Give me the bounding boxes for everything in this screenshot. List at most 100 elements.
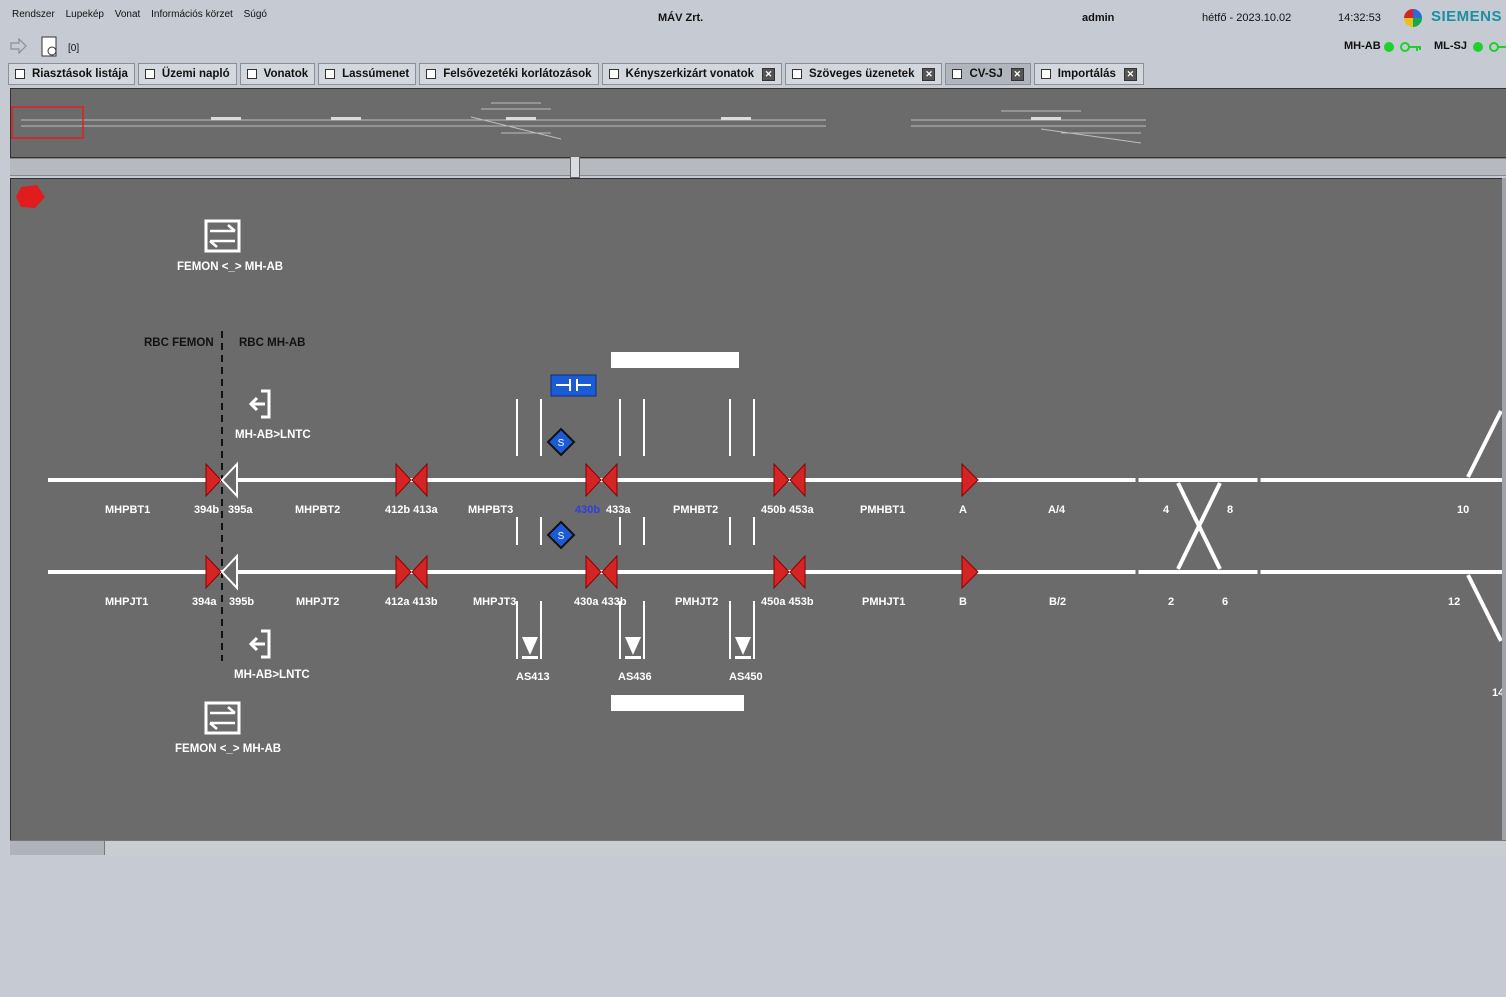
tab-vonatok[interactable]: Vonatok [239,63,316,85]
switch-label: 8 [1227,504,1233,516]
switch-label: 12 [1448,596,1460,608]
tab-szoveges-uzenetek[interactable]: Szöveges üzenetek ✕ [785,63,943,85]
slider-handle[interactable] [570,156,580,178]
document-refresh-icon[interactable] [41,36,59,58]
track-diagram[interactable]: S S FEMON <_> MH-AB FEMON <_> MH-AB MH-A… [10,178,1506,842]
platform-top [611,352,739,368]
tab-label: Üzemi napló [161,68,230,80]
tab-label: Lassúmenet [342,68,410,80]
signal-label-highlighted: 430b [575,504,600,516]
balise-icon[interactable]: S [546,427,576,457]
signal-label: 450b 453a [761,504,814,516]
tab-riasztasok[interactable]: Riasztások listája [8,63,135,85]
checkbox-icon[interactable] [952,69,963,79]
lntc-exit-icon[interactable] [248,389,271,419]
checkbox-icon[interactable] [608,69,619,79]
signal-label: 412b 413a [385,504,438,516]
axle-counter-label: AS450 [729,671,763,683]
checkbox-icon[interactable] [426,69,437,79]
signal-label: 395a [228,504,253,516]
femon-transfer-icon[interactable] [204,219,241,253]
track-label: MHPBT3 [468,504,513,516]
track-label: PMHJT1 [862,596,905,608]
track1-labels: MHPBT1 394b 395a MHPBT2 412b 413a MHPBT3… [105,504,1469,516]
femon-transfer-icon[interactable] [204,701,241,735]
signal-label: 433a [606,504,631,516]
signal-label: B [959,596,967,608]
signals[interactable] [205,461,979,591]
viewport-indicator [11,106,84,139]
vertical-scrollbar[interactable] [1502,178,1506,840]
axle-counter-labels: AS413 AS436 AS450 14 [516,671,1505,699]
switch-label: 6 [1222,596,1228,608]
tab-label: Importálás [1057,68,1116,80]
tab-label: Felsővezetéki korlátozások [443,68,592,80]
close-icon[interactable]: ✕ [762,67,776,81]
alarm-counter: [0] [68,43,80,54]
track-label: B/2 [1049,596,1066,608]
forward-arrow-icon[interactable] [10,38,28,54]
checkbox-icon[interactable] [246,69,257,79]
tab-label: Vonatok [263,68,309,80]
tab-uzemi-naplo[interactable]: Üzemi napló [137,63,237,85]
brand-name: SIEMENS [1431,8,1503,25]
track-label: MHPJT2 [296,596,339,608]
tab-cv-sj[interactable]: CV-SJ ✕ [945,63,1031,85]
switch-label: 4 [1163,504,1170,516]
checkbox-icon[interactable] [792,69,803,79]
tab-kenyszerkizart[interactable]: Kényszerkizárt vonatok ✕ [601,63,783,85]
signal-label: 412a 413b [385,596,438,608]
track-label: MHPBT2 [295,504,340,516]
tab-label: Riasztások listája [32,68,128,80]
signal-label: 450a 453b [761,596,814,608]
close-icon[interactable]: ✕ [1123,67,1137,81]
axle-counter-markers [522,637,751,659]
overview-track-map [11,102,1146,144]
signal-label: 430a 433b [574,596,627,608]
track2-labels: MHPJT1 394a 395b MHPJT2 412a 413b MHPJT3… [105,596,1460,608]
menu-lupekep[interactable]: Lupekép [66,9,104,20]
signal-label: 394a [192,596,217,608]
tab-felsovezeteki[interactable]: Felsővezetéki korlátozások [419,63,599,85]
track-label: MHPJT3 [473,596,516,608]
checkbox-icon[interactable] [1040,69,1051,79]
scrollbar-thumb[interactable] [10,841,105,855]
signal-label: A [959,504,967,516]
checkbox-icon[interactable] [325,69,336,79]
tab-label: CV-SJ [969,68,1003,80]
company-name: MÁV Zrt. [658,12,704,24]
overview-map[interactable] [10,88,1506,158]
track-label: PMHJT2 [675,596,718,608]
track-diagram-svg: S S FEMON <_> MH-AB FEMON <_> MH-AB MH-A… [16,185,1506,755]
checkbox-icon[interactable] [144,69,155,79]
signal-label: 395b [229,596,254,608]
platform-bottom [611,695,744,711]
top-bar: Rendszer Lupekép Vonat Információs körze… [0,0,1506,62]
svg-text:S: S [558,531,565,542]
track-label: PMHBT2 [673,504,718,516]
balise-icon[interactable]: S [546,520,576,550]
menu-vonat[interactable]: Vonat [115,9,141,20]
menu-informacios-korzet[interactable]: Információs körzet [151,9,233,20]
tab-bar: Riasztások listája Üzemi napló Vonatok L… [8,63,1147,85]
lntc-label: MH-AB>LNTC [235,429,311,441]
axle-counter-label: AS413 [516,671,550,683]
signal-label: 394b [194,504,219,516]
overview-slider[interactable] [10,156,1506,178]
menu-sugo[interactable]: Súgó [244,9,267,20]
menu-rendszer[interactable]: Rendszer [12,9,55,20]
checkbox-icon[interactable] [15,69,25,79]
close-icon[interactable]: ✕ [1010,67,1024,81]
axle-counter-label: AS436 [618,671,652,683]
tab-lassumenet[interactable]: Lassúmenet [318,63,417,85]
horizontal-scrollbar[interactable] [10,840,1506,855]
lntc-label: MH-AB>LNTC [234,669,310,681]
tab-importalas[interactable]: Importálás ✕ [1033,63,1144,85]
close-icon[interactable]: ✕ [922,67,936,81]
rbc-label: RBC MH-AB [239,337,305,349]
lntc-exit-icon[interactable] [248,629,271,659]
menu-bar: Rendszer Lupekép Vonat Információs körze… [12,9,275,20]
route-lock-icon[interactable] [550,374,597,397]
alarm-icon[interactable] [16,185,45,208]
user-name: admin [1082,12,1115,24]
